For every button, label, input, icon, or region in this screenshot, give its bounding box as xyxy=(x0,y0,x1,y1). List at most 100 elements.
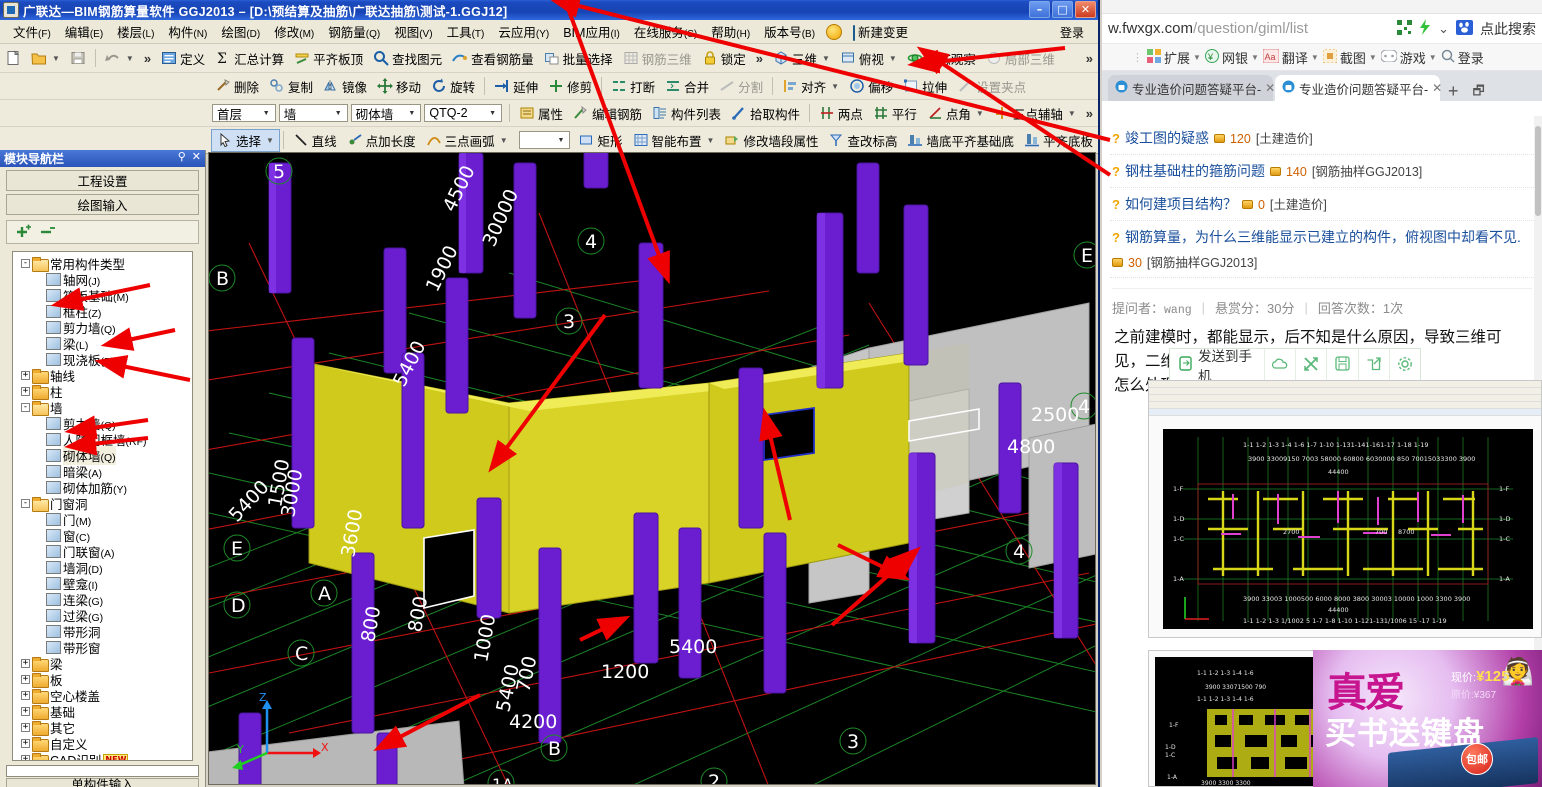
point-angle-button[interactable]: 点角 ▼ xyxy=(922,103,989,124)
settings-button[interactable] xyxy=(1388,349,1420,381)
baidu-paw-icon[interactable] xyxy=(1456,19,1473,38)
mirror-button[interactable]: 镜像 xyxy=(318,76,372,97)
rectangle-tool-button[interactable]: 矩形 xyxy=(573,130,627,151)
menu-item-view[interactable]: 视图(V) xyxy=(387,20,439,43)
chevron-down-icon[interactable]: ▼ xyxy=(976,109,984,118)
chevron-down-icon[interactable]: ▼ xyxy=(1068,109,1076,118)
align-bottom-slab-button[interactable]: 平齐底板 xyxy=(1019,130,1098,151)
align-slab-top-button[interactable]: 平齐板顶 xyxy=(289,48,368,69)
stretch-button[interactable]: 拉伸 xyxy=(898,76,952,97)
qrcode-icon[interactable] xyxy=(1397,19,1413,38)
tree-item[interactable]: + CAD识别 NEW xyxy=(13,751,192,760)
menu-item-version[interactable]: 版本号(B) xyxy=(757,20,822,43)
tree-expander[interactable]: + xyxy=(19,754,32,760)
expand-icon[interactable]: + xyxy=(21,386,30,396)
menu-item-help[interactable]: 帮助(H) xyxy=(704,20,757,43)
bookmark-translate[interactable]: Aa 翻译 ▼ xyxy=(1262,48,1319,67)
expand-icon[interactable]: + xyxy=(21,370,30,380)
tree-item[interactable]: + 基础 xyxy=(13,703,192,720)
new-file-button[interactable] xyxy=(0,49,26,67)
edit-rebar-button[interactable]: 编辑钢筋 xyxy=(568,103,647,124)
tree-item[interactable]: - 门窗洞 xyxy=(13,495,192,512)
send-to-phone-button[interactable]: 发送到手机 xyxy=(1170,345,1264,385)
question-title-link[interactable]: 竣工图的疑惑 xyxy=(1125,128,1209,148)
app-login-button[interactable]: 登录 xyxy=(1054,23,1090,42)
tree-expander[interactable]: + xyxy=(19,658,32,668)
bookmark-bank[interactable]: ¥ 网银 ▼ xyxy=(1204,48,1259,67)
browser-tab-1[interactable]: 专业造价问题答疑平台- ✕ xyxy=(1108,75,1275,101)
tree-item[interactable]: 筏板基础(M) xyxy=(13,287,192,304)
toolbar-overflow-button-3[interactable]: » xyxy=(1081,51,1098,66)
chevron-down-icon[interactable]: ▼ xyxy=(707,136,715,145)
batch-select-button[interactable]: 批量选择 xyxy=(539,48,618,69)
tree-expander[interactable]: + xyxy=(19,386,32,396)
menu-item-tools[interactable]: 工具(T) xyxy=(440,20,492,43)
two-point-button[interactable]: 两点 xyxy=(814,103,868,124)
tree-item[interactable]: + 梁 xyxy=(13,655,192,672)
advertisement-banner[interactable]: 👰 真爱 现价:¥125 原价:¥367 买书送键盘 包邮 xyxy=(1313,650,1542,787)
define-button[interactable]: 定义 xyxy=(156,48,210,69)
tree-item[interactable]: + 板 xyxy=(13,671,192,688)
lightning-icon[interactable] xyxy=(1419,19,1431,38)
tree-expander[interactable]: + xyxy=(19,738,32,748)
tree-expander[interactable]: + xyxy=(19,370,32,380)
chevron-down-icon[interactable]: ▼ xyxy=(332,105,345,121)
address-bar[interactable]: w.fwxgx.com/question/giml/list ⌄ 点此搜索 xyxy=(1102,14,1542,44)
toolbar-overflow-button[interactable]: » xyxy=(139,51,156,66)
collapse-icon[interactable]: - xyxy=(21,258,30,268)
tab-list-icon[interactable]: 🗗 xyxy=(1467,81,1491,101)
tree-item[interactable]: + 自定义 xyxy=(13,735,192,752)
question-title-link[interactable]: 钢筋算量，为什么三维能显示已建立的构件，俯视图中却看不见. xyxy=(1125,227,1521,247)
menu-item-draw[interactable]: 绘图(D) xyxy=(214,20,267,43)
menu-item-file[interactable]: 文件(F) xyxy=(6,20,58,43)
bookmark-games[interactable]: 游戏 ▼ xyxy=(1380,48,1437,67)
trim-button[interactable]: 修剪 xyxy=(543,76,597,97)
wall-base-align-button[interactable]: 墙底平齐基础底 xyxy=(902,130,1019,151)
question-row[interactable]: ? 钢筋算量，为什么三维能显示已建立的构件，俯视图中却看不见. 30 [钢筋抽样GGJ… xyxy=(1110,221,1534,278)
offset-button[interactable]: 偏移 xyxy=(844,76,898,97)
chevron-down-icon[interactable]: ▼ xyxy=(52,54,60,63)
tree-item[interactable]: 墙洞(D) xyxy=(13,559,192,576)
menu-item-floor[interactable]: 楼层(L) xyxy=(110,20,161,43)
line-tool-button[interactable]: 直线 xyxy=(288,130,342,151)
dynamic-orbit-button[interactable]: 动态观察 xyxy=(902,48,981,69)
chevron-down-icon[interactable]: ▼ xyxy=(1251,53,1259,62)
copy-button[interactable]: 复制 xyxy=(264,76,318,97)
edit-wall-segment-button[interactable]: 修改墙段属性 xyxy=(719,130,823,151)
maximize-button[interactable]: □ xyxy=(1052,1,1073,18)
question-title-link[interactable]: 钢柱基础柱的箍筋问题 xyxy=(1125,161,1265,181)
tree-item[interactable]: 过梁(G) xyxy=(13,607,192,624)
lock-button[interactable]: 锁定 xyxy=(697,48,751,69)
tree-item[interactable]: 带形窗 xyxy=(13,639,192,656)
share-button[interactable] xyxy=(1357,349,1389,381)
tree-expander[interactable]: + xyxy=(19,722,32,732)
dock-footer-input[interactable] xyxy=(6,765,199,777)
menu-item-component[interactable]: 构件(N) xyxy=(161,20,214,43)
close-icon[interactable]: ✕ xyxy=(192,150,201,163)
rotate-button[interactable]: 旋转 xyxy=(426,76,480,97)
component-combobox[interactable]: QTQ-2 ▼ xyxy=(424,104,503,122)
align-button[interactable]: 对齐 ▼ xyxy=(777,76,844,97)
chevron-down-icon[interactable]: ▼ xyxy=(1429,53,1437,62)
tree-item[interactable]: 门(M) xyxy=(13,511,192,528)
select-tool-button[interactable]: 选择 ▼ xyxy=(211,128,280,152)
component-tree[interactable]: - 常用构件类型 轴网(J) 筏板基础(M) 框柱(Z) 剪力墙(Q) 梁(L) 现浇板(B)… xyxy=(12,251,193,761)
save-button[interactable] xyxy=(65,49,91,67)
properties-button[interactable]: 属性 xyxy=(514,103,568,124)
cloud-button[interactable] xyxy=(1263,349,1295,381)
parallel-button[interactable]: 平行 xyxy=(868,103,922,124)
chevron-down-icon[interactable]: ▼ xyxy=(126,54,134,63)
local-3d-button[interactable]: 局部三维 xyxy=(981,48,1060,69)
chevron-down-icon[interactable]: ⌄ xyxy=(1438,21,1449,37)
expand-icon[interactable]: + xyxy=(21,722,30,732)
question-row[interactable]: ? 钢柱基础柱的箍筋问题 140 [钢筋抽样GGJ2013] xyxy=(1110,155,1534,188)
close-button[interactable]: ✕ xyxy=(1075,1,1096,18)
three-point-axis-button[interactable]: 三点辅轴 ▼ xyxy=(989,103,1081,124)
expand-icon[interactable]: + xyxy=(21,754,30,760)
split-button[interactable]: 分割 xyxy=(714,76,768,97)
expand-icon[interactable]: + xyxy=(21,690,30,700)
model-3d-viewport[interactable]: 5B4 3ED CAB 1A 2 344 E 4500 30000 1900 54… xyxy=(208,152,1096,785)
floor-combobox[interactable]: 首层 ▼ xyxy=(212,104,276,122)
tree-item[interactable]: + 柱 xyxy=(13,383,192,400)
view-rebar-button[interactable]: 查看钢筋量 xyxy=(447,48,539,69)
